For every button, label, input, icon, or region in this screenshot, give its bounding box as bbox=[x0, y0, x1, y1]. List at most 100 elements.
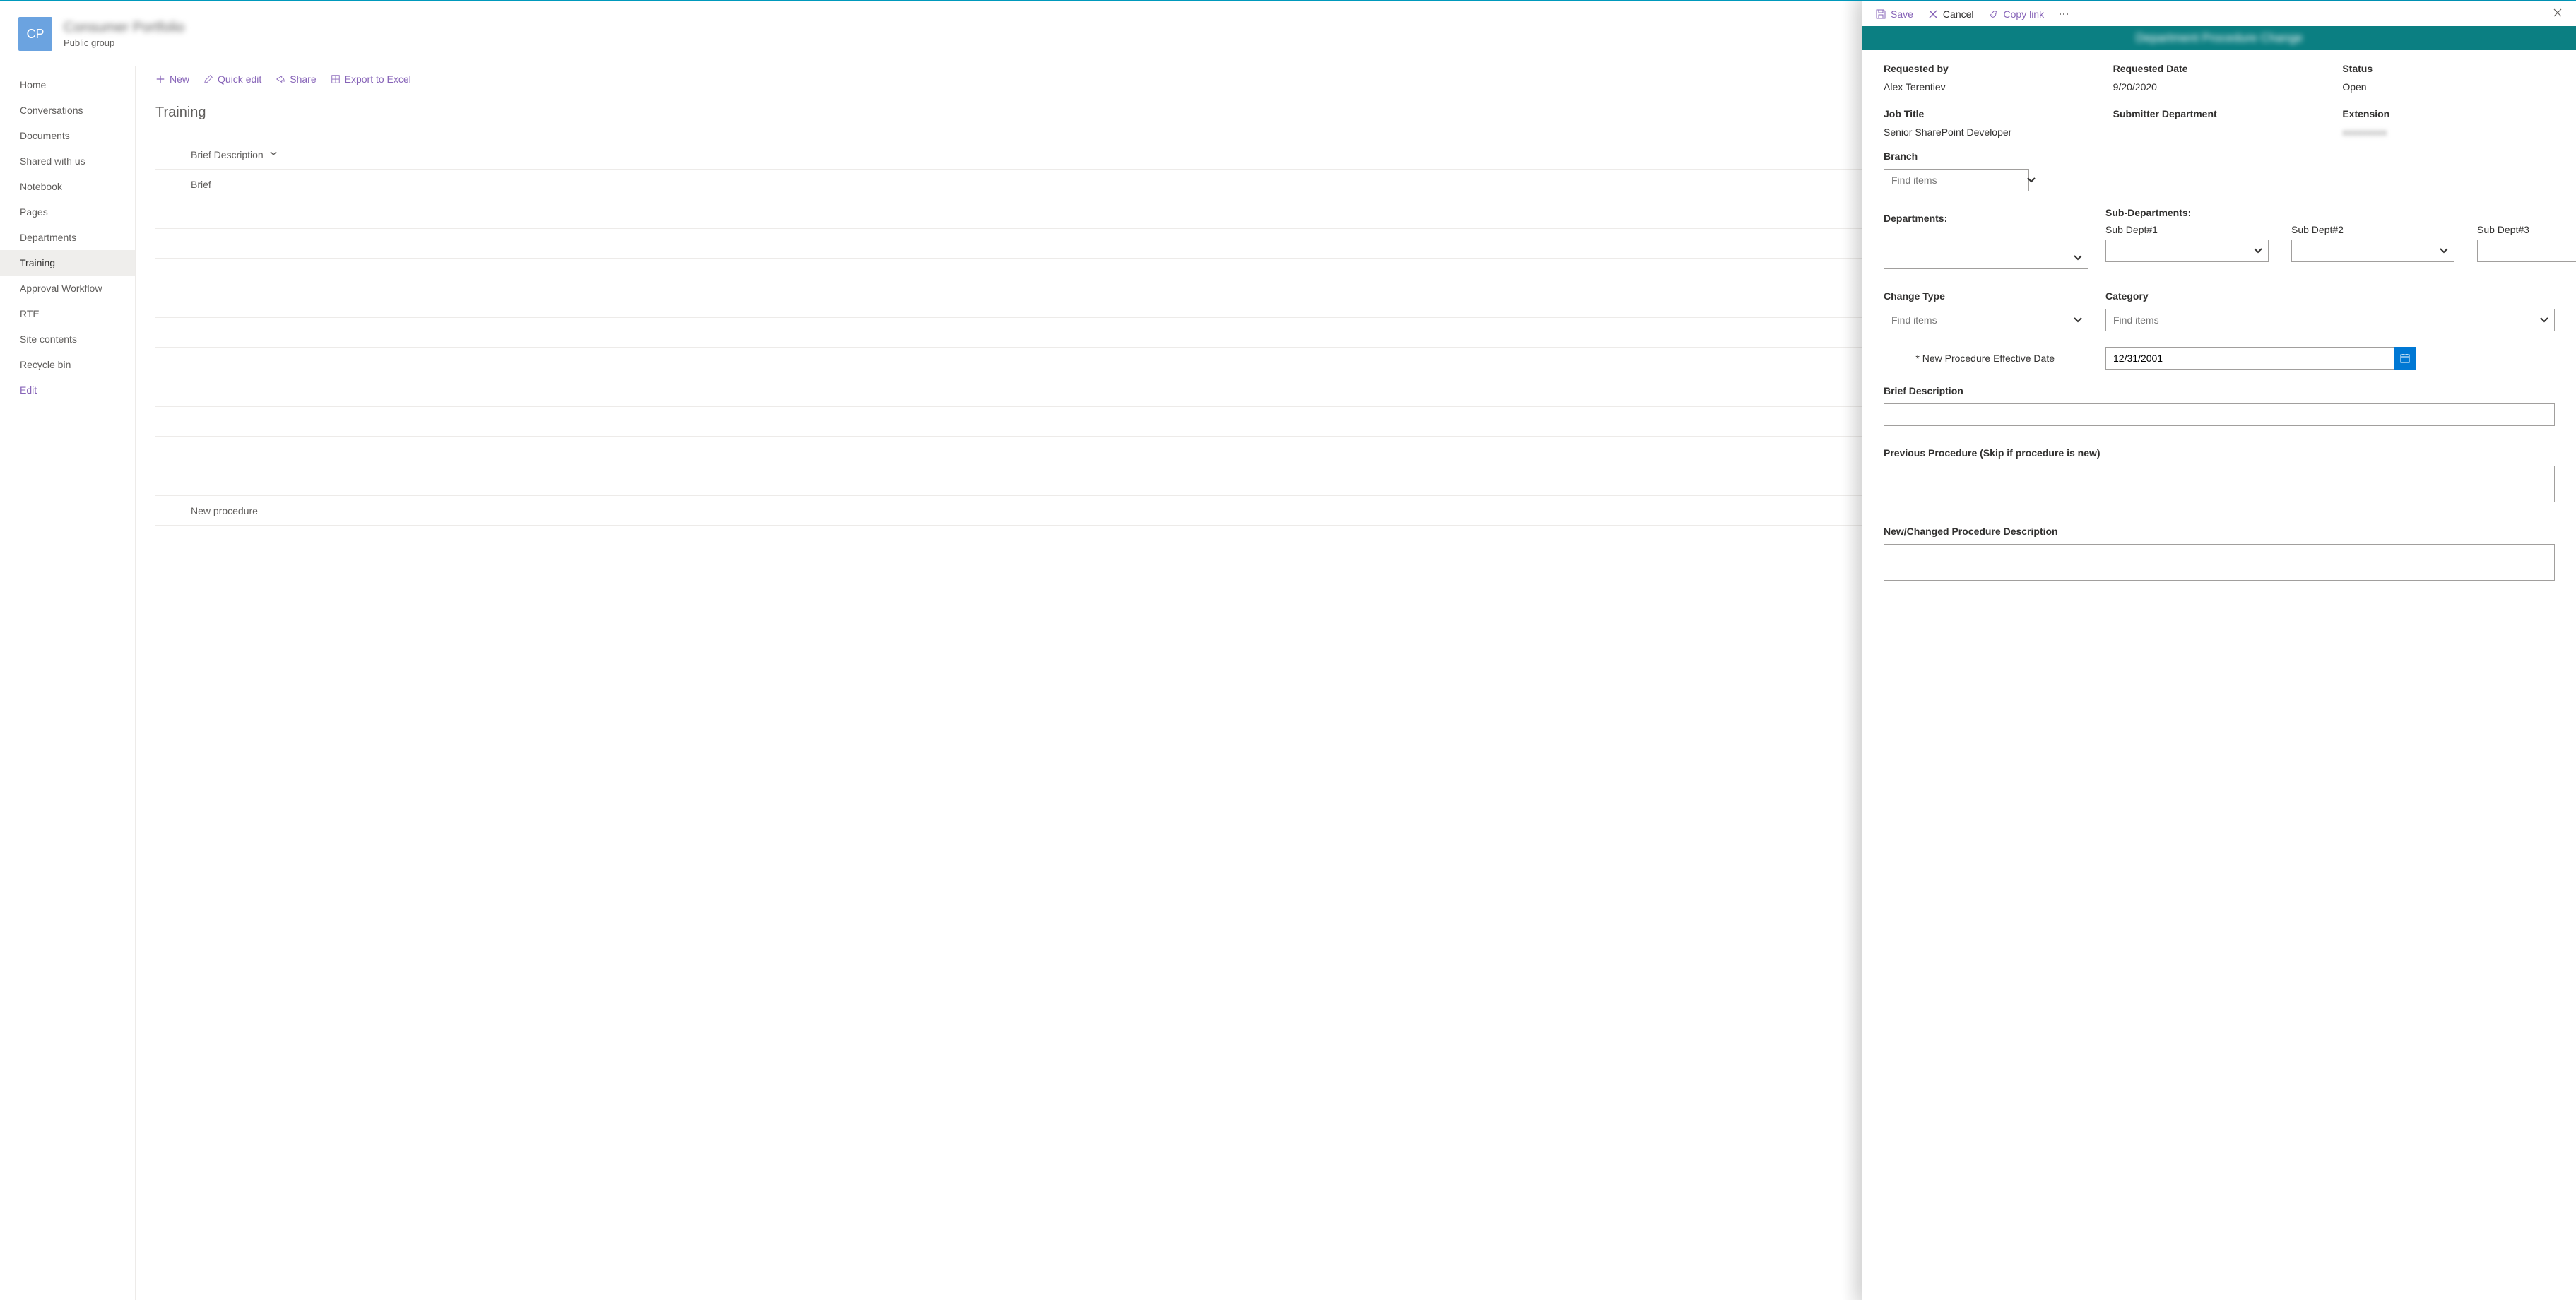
nav-item-conversations[interactable]: Conversations bbox=[0, 98, 135, 123]
subdept2-chevron[interactable] bbox=[2434, 246, 2454, 256]
close-button[interactable] bbox=[2552, 7, 2563, 20]
new-label: New bbox=[170, 73, 189, 85]
brief-description-label: Brief Description bbox=[1884, 385, 2555, 396]
branch-chevron[interactable] bbox=[2026, 175, 2036, 185]
export-label: Export to Excel bbox=[345, 73, 411, 85]
nav-item-pages[interactable]: Pages bbox=[0, 199, 135, 225]
panel-toolbar: Save Cancel Copy link bbox=[1862, 1, 2576, 26]
jobtitle-value: Senior SharePoint Developer bbox=[1884, 126, 2096, 138]
chevron-down-icon bbox=[2439, 246, 2449, 256]
subdept3-label: Sub Dept#3 bbox=[2477, 224, 2576, 235]
effective-date-input[interactable] bbox=[2105, 347, 2394, 370]
x-icon bbox=[1927, 8, 1939, 20]
chevron-down-icon bbox=[2253, 246, 2263, 256]
new-procedure-input[interactable] bbox=[1884, 544, 2555, 581]
requested-by-label: Requested by bbox=[1884, 63, 2096, 74]
cancel-label: Cancel bbox=[1943, 8, 1974, 20]
share-icon bbox=[276, 74, 285, 84]
save-icon bbox=[1875, 8, 1886, 20]
change-type-input[interactable] bbox=[1884, 314, 2068, 326]
nav-item-documents[interactable]: Documents bbox=[0, 123, 135, 148]
group-name: Consumer Portfolio bbox=[64, 20, 184, 36]
status-value: Open bbox=[2342, 81, 2555, 93]
departments-chevron[interactable] bbox=[2068, 253, 2088, 263]
subdept1-input[interactable] bbox=[2106, 245, 2248, 256]
copylink-button[interactable]: Copy link bbox=[1988, 8, 2045, 20]
subdept2-input[interactable] bbox=[2292, 245, 2434, 256]
branch-label: Branch bbox=[1884, 150, 2555, 162]
export-button[interactable]: Export to Excel bbox=[331, 73, 411, 85]
quickedit-button[interactable]: Quick edit bbox=[203, 73, 261, 85]
requested-by-value: Alex Terentiev bbox=[1884, 81, 2096, 93]
save-label: Save bbox=[1891, 8, 1913, 20]
category-chevron[interactable] bbox=[2534, 315, 2554, 325]
previous-procedure-input[interactable] bbox=[1884, 466, 2555, 502]
submitter-dept-label: Submitter Department bbox=[2113, 108, 2326, 119]
previous-procedure-label: Previous Procedure (Skip if procedure is… bbox=[1884, 447, 2555, 459]
subdept1-combo[interactable] bbox=[2105, 240, 2269, 262]
requested-date-label: Requested Date bbox=[2113, 63, 2326, 74]
col-brief-description[interactable]: Brief Description bbox=[191, 149, 264, 160]
nav-item-approval[interactable]: Approval Workflow bbox=[0, 276, 135, 301]
subdept1-label: Sub Dept#1 bbox=[2105, 224, 2269, 235]
departments-label: Departments: bbox=[1884, 213, 2088, 224]
subdepartments-label: Sub-Departments: bbox=[2105, 207, 2576, 218]
subdept3-combo[interactable] bbox=[2477, 240, 2576, 262]
panel-shadow bbox=[1843, 1, 1862, 1300]
departments-input[interactable] bbox=[1884, 252, 2068, 264]
nav-item-rte[interactable]: RTE bbox=[0, 301, 135, 326]
subdept3-input[interactable] bbox=[2478, 245, 2576, 256]
change-type-label: Change Type bbox=[1884, 290, 2088, 302]
link-icon bbox=[1988, 8, 1999, 20]
nav-item-home[interactable]: Home bbox=[0, 72, 135, 98]
pencil-icon bbox=[203, 74, 213, 84]
nav-item-sitecontents[interactable]: Site contents bbox=[0, 326, 135, 352]
effective-date-label: * New Procedure Effective Date bbox=[1884, 353, 2088, 364]
save-button[interactable]: Save bbox=[1875, 8, 1913, 20]
chevron-down-icon bbox=[2073, 315, 2083, 325]
extension-label: Extension bbox=[2342, 108, 2555, 119]
chevron-down-icon bbox=[2539, 315, 2549, 325]
cancel-button[interactable]: Cancel bbox=[1927, 8, 1974, 20]
status-label: Status bbox=[2342, 63, 2555, 74]
form-banner: Department Procedure Change bbox=[1862, 26, 2576, 50]
subdept2-combo[interactable] bbox=[2291, 240, 2454, 262]
group-header: CP Consumer Portfolio Public group bbox=[18, 13, 184, 55]
share-button[interactable]: Share bbox=[276, 73, 316, 85]
more-icon bbox=[2058, 8, 2069, 20]
nav-item-shared[interactable]: Shared with us bbox=[0, 148, 135, 174]
change-type-chevron[interactable] bbox=[2068, 315, 2088, 325]
nav-item-departments[interactable]: Departments bbox=[0, 225, 135, 250]
departments-combo[interactable] bbox=[1884, 247, 2088, 269]
category-input[interactable] bbox=[2106, 314, 2534, 326]
category-label: Category bbox=[2105, 290, 2555, 302]
excel-icon bbox=[331, 74, 341, 84]
date-picker-button[interactable] bbox=[2394, 347, 2416, 370]
subdept1-chevron[interactable] bbox=[2248, 246, 2268, 256]
close-icon bbox=[2552, 7, 2563, 18]
calendar-icon bbox=[2399, 353, 2411, 364]
chevron-down-icon bbox=[269, 149, 278, 158]
plus-icon bbox=[155, 74, 165, 84]
jobtitle-label: Job Title bbox=[1884, 108, 2096, 119]
nav-edit-link[interactable]: Edit bbox=[0, 377, 135, 403]
form-panel: Save Cancel Copy link Department Procedu… bbox=[1862, 1, 2576, 1300]
nav-item-recycle[interactable]: Recycle bin bbox=[0, 352, 135, 377]
change-type-combo[interactable] bbox=[1884, 309, 2088, 331]
new-procedure-label: New/Changed Procedure Description bbox=[1884, 526, 2555, 537]
group-avatar: CP bbox=[18, 17, 52, 51]
group-type: Public group bbox=[64, 37, 184, 48]
row-brief: New procedure bbox=[191, 505, 332, 516]
new-button[interactable]: New bbox=[155, 73, 189, 85]
copylink-label: Copy link bbox=[2004, 8, 2045, 20]
extension-value: xxxxxxxxx bbox=[2342, 126, 2555, 138]
more-button[interactable] bbox=[2058, 8, 2069, 20]
branch-combo[interactable] bbox=[1884, 169, 2029, 191]
nav-item-notebook[interactable]: Notebook bbox=[0, 174, 135, 199]
brief-description-input[interactable] bbox=[1884, 403, 2555, 426]
share-label: Share bbox=[290, 73, 316, 85]
quickedit-label: Quick edit bbox=[218, 73, 261, 85]
category-combo[interactable] bbox=[2105, 309, 2555, 331]
branch-input[interactable] bbox=[1884, 175, 2026, 186]
nav-item-training[interactable]: Training bbox=[0, 250, 135, 276]
